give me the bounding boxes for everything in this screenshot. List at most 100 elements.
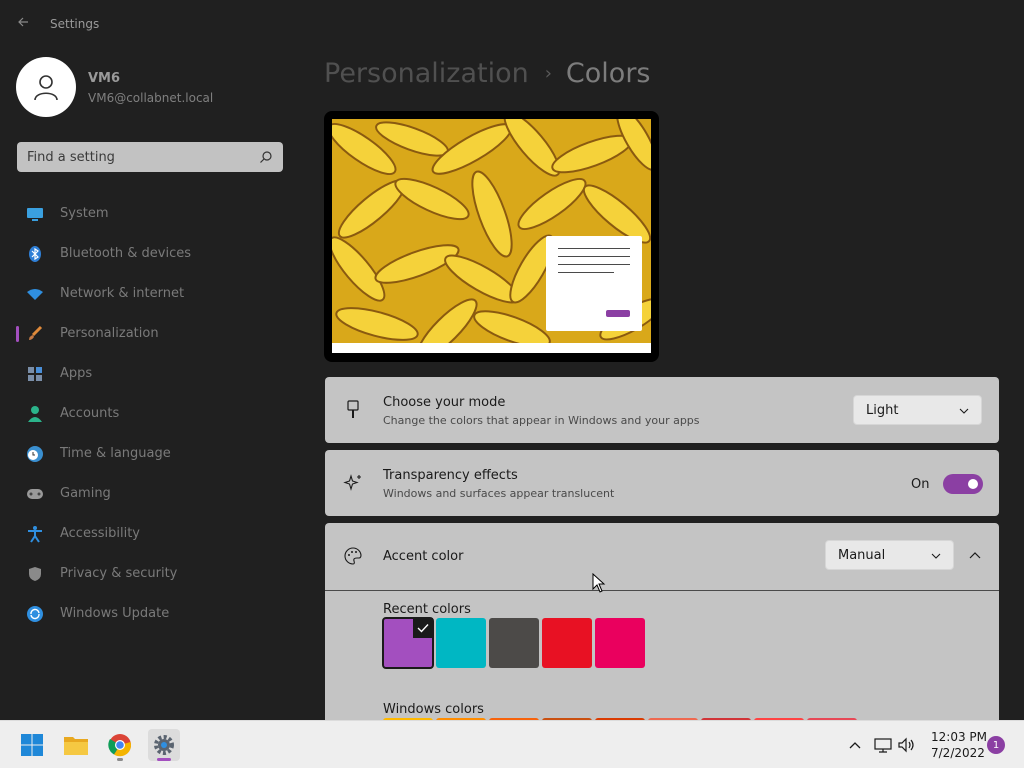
chevron-down-icon bbox=[959, 408, 969, 414]
accent-expanded-panel: Recent colors Windows colors bbox=[325, 590, 999, 723]
accessibility-icon bbox=[26, 525, 44, 543]
checkmark-icon bbox=[413, 618, 433, 638]
taskbar-settings[interactable] bbox=[148, 729, 180, 761]
windows-colors-label: Windows colors bbox=[383, 702, 484, 717]
sidebar-item-label: System bbox=[60, 206, 109, 221]
recent-color-swatch[interactable] bbox=[489, 618, 539, 668]
chevron-down-icon bbox=[931, 553, 941, 559]
sidebar-item-windows-update[interactable]: Windows Update bbox=[16, 596, 300, 632]
taskbar-file-explorer[interactable] bbox=[60, 729, 92, 761]
toggle-state-label: On bbox=[911, 477, 930, 492]
mode-dropdown[interactable]: Light bbox=[853, 395, 982, 425]
shield-icon bbox=[26, 565, 44, 583]
preview-window bbox=[546, 236, 642, 331]
sidebar-item-apps[interactable]: Apps bbox=[16, 356, 300, 392]
sidebar-item-personalization[interactable]: Personalization bbox=[16, 316, 300, 352]
person-icon bbox=[26, 405, 44, 423]
sidebar-item-label: Personalization bbox=[60, 326, 159, 341]
preview-accent-button bbox=[606, 310, 630, 317]
toggle-knob bbox=[968, 479, 978, 489]
mouse-cursor-icon bbox=[592, 573, 606, 593]
sidebar-item-gaming[interactable]: Gaming bbox=[16, 476, 300, 512]
sidebar-item-time-language[interactable]: Time & language bbox=[16, 436, 300, 472]
breadcrumb-separator: › bbox=[544, 63, 552, 84]
network-status-button[interactable] bbox=[874, 736, 892, 754]
accent-dropdown-value: Manual bbox=[838, 548, 886, 563]
sidebar-item-label: Network & internet bbox=[60, 286, 185, 301]
sidebar-item-label: Bluetooth & devices bbox=[60, 246, 191, 261]
mode-title: Choose your mode bbox=[383, 395, 506, 410]
settings-icon bbox=[154, 735, 174, 755]
user-email: VM6@collabnet.local bbox=[88, 91, 214, 105]
app-title: Settings bbox=[50, 17, 100, 31]
bluetooth-icon bbox=[26, 245, 44, 263]
speaker-icon bbox=[898, 737, 914, 753]
preview-text-line bbox=[558, 272, 614, 273]
recent-color-swatch[interactable] bbox=[436, 618, 486, 668]
accent-title: Accent color bbox=[383, 549, 464, 564]
sidebar-item-label: Windows Update bbox=[60, 606, 170, 621]
sidebar-item-accessibility[interactable]: Accessibility bbox=[16, 516, 300, 552]
file-explorer-icon bbox=[64, 737, 88, 755]
search-box bbox=[17, 142, 283, 172]
person-icon bbox=[34, 75, 58, 101]
taskbar: 12:03 PM 7/2/2022 1 bbox=[0, 720, 1024, 768]
palette-icon bbox=[343, 546, 363, 566]
mode-card: Choose your mode Change the colors that … bbox=[325, 377, 999, 443]
start-icon bbox=[21, 734, 43, 756]
clock-date[interactable]: 7/2/2022 bbox=[931, 746, 985, 760]
sidebar-item-system[interactable]: System bbox=[16, 196, 300, 232]
chrome-icon bbox=[108, 734, 132, 757]
monitor-icon bbox=[26, 205, 44, 223]
sidebar-item-label: Time & language bbox=[60, 446, 171, 461]
sidebar-item-privacy[interactable]: Privacy & security bbox=[16, 556, 300, 592]
sidebar-item-label: Accounts bbox=[60, 406, 120, 421]
recent-color-swatch[interactable] bbox=[382, 617, 434, 669]
transparency-title: Transparency effects bbox=[383, 468, 518, 483]
gamepad-icon bbox=[26, 485, 44, 503]
sidebar-item-bluetooth[interactable]: Bluetooth & devices bbox=[16, 236, 300, 272]
chevron-up-icon bbox=[849, 742, 861, 749]
show-hidden-icons-button[interactable] bbox=[846, 736, 864, 754]
transparency-description: Windows and surfaces appear translucent bbox=[383, 487, 615, 500]
avatar[interactable] bbox=[16, 57, 76, 117]
search-input[interactable] bbox=[17, 142, 283, 172]
paintbrush-icon bbox=[26, 325, 44, 343]
recent-color-swatch[interactable] bbox=[542, 618, 592, 668]
wifi-icon bbox=[26, 285, 44, 303]
mode-description: Change the colors that appear in Windows… bbox=[383, 414, 700, 427]
search-icon[interactable] bbox=[259, 150, 273, 164]
sidebar-item-label: Privacy & security bbox=[60, 566, 178, 581]
sidebar-item-label: Accessibility bbox=[60, 526, 140, 541]
preview-text-line bbox=[558, 256, 630, 257]
theme-preview bbox=[324, 111, 659, 362]
preview-taskbar bbox=[332, 343, 651, 353]
preview-text-line bbox=[558, 248, 630, 249]
recent-color-swatch[interactable] bbox=[595, 618, 645, 668]
notification-badge[interactable]: 1 bbox=[987, 736, 1005, 754]
sidebar-item-network[interactable]: Network & internet bbox=[16, 276, 300, 312]
clock-time[interactable]: 12:03 PM bbox=[931, 730, 987, 744]
active-indicator bbox=[157, 758, 171, 761]
running-indicator bbox=[117, 758, 123, 761]
taskbar-chrome[interactable] bbox=[104, 729, 136, 761]
preview-text-line bbox=[558, 264, 630, 265]
breadcrumb: Personalization › Colors bbox=[324, 58, 650, 89]
breadcrumb-parent[interactable]: Personalization bbox=[324, 58, 529, 89]
transparency-toggle[interactable] bbox=[943, 474, 983, 494]
active-indicator bbox=[16, 326, 19, 342]
back-arrow-icon bbox=[18, 17, 28, 27]
back-button[interactable] bbox=[14, 16, 32, 32]
accent-dropdown[interactable]: Manual bbox=[825, 540, 954, 570]
clock-globe-icon bbox=[26, 445, 44, 463]
start-button[interactable] bbox=[16, 729, 48, 761]
mode-dropdown-value: Light bbox=[866, 403, 899, 418]
title-bar: Settings bbox=[0, 0, 1024, 48]
transparency-card: Transparency effects Windows and surface… bbox=[325, 450, 999, 516]
sidebar-item-accounts[interactable]: Accounts bbox=[16, 396, 300, 432]
apps-icon bbox=[26, 365, 44, 383]
volume-button[interactable] bbox=[898, 736, 916, 754]
chevron-up-icon[interactable] bbox=[969, 551, 981, 561]
sidebar-item-label: Apps bbox=[60, 366, 93, 381]
accent-card[interactable]: Accent color Manual bbox=[325, 523, 999, 590]
